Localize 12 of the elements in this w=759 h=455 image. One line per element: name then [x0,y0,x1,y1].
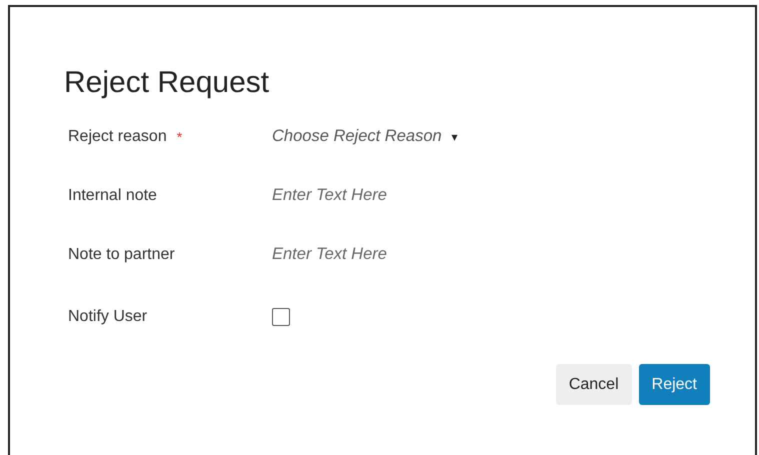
required-mark: * [176,128,182,144]
dialog-title: Reject Request [64,67,270,99]
checkbox[interactable] [272,308,290,326]
input-field[interactable]: Enter Text Here [272,186,522,205]
field-label: Notify User [68,308,148,326]
reason-dropdown[interactable]: Choose Reject Reason ▾ [272,127,458,146]
input-field[interactable]: Enter Text Here [272,245,522,264]
field-label: Note to partner [68,246,175,264]
field-label: Internal note [68,186,157,204]
cancel-button[interactable]: Cancel [556,364,632,405]
field-label: Reject reason [68,128,167,146]
reject-button[interactable]: Reject [638,364,710,405]
